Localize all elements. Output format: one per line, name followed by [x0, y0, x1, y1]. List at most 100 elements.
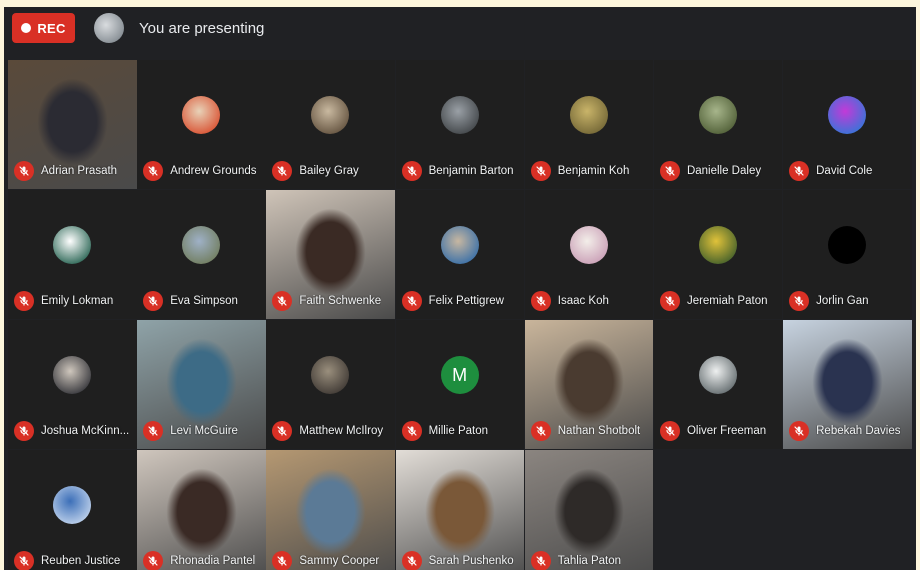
name-bar: Rebekah Davies: [789, 421, 908, 441]
participant-avatar: [828, 96, 867, 134]
mic-muted-icon: [143, 421, 164, 441]
mic-muted-icon: [401, 161, 422, 181]
participant-tile[interactable]: Levi McGuire: [137, 320, 266, 449]
name-bar: Rhonadia Pantel: [143, 551, 262, 570]
mic-muted-icon: [143, 161, 164, 181]
participant-tile[interactable]: M Millie Paton: [395, 320, 525, 449]
participant-tile[interactable]: David Cole: [783, 60, 912, 189]
participant-tile[interactable]: Sarah Pushenko: [395, 450, 525, 570]
participant-avatar: [53, 356, 91, 394]
participant-avatar: [53, 226, 91, 264]
participant-tile[interactable]: Danielle Daley: [653, 60, 783, 189]
participant-name: Levi McGuire: [170, 425, 238, 437]
participant-tile[interactable]: Reuben Justice: [8, 450, 137, 570]
mic-muted-icon: [143, 291, 164, 311]
participant-tile[interactable]: Faith Schwenke: [266, 190, 395, 319]
participant-name: Rebekah Davies: [816, 425, 901, 437]
participant-tile[interactable]: Eva Simpson: [137, 190, 266, 319]
name-bar: Andrew Grounds: [143, 161, 262, 181]
participant-name: Reuben Justice: [41, 555, 121, 567]
participant-tile[interactable]: Benjamin Koh: [524, 60, 654, 189]
name-bar: Levi McGuire: [143, 421, 262, 441]
mic-muted-icon: [143, 551, 164, 570]
participant-tile[interactable]: Andrew Grounds: [137, 60, 266, 189]
participant-grid: Adrian Prasath Andrew Grounds Bailey Gray B…: [8, 60, 912, 570]
name-bar: Isaac Koh: [530, 291, 650, 311]
mic-muted-icon: [401, 551, 422, 570]
participant-tile[interactable]: Rebekah Davies: [783, 320, 912, 449]
mic-muted-icon: [272, 551, 293, 570]
name-bar: Benjamin Barton: [401, 161, 521, 181]
mic-muted-icon: [14, 161, 34, 181]
participant-name: Millie Paton: [428, 425, 489, 437]
top-bar: REC You are presenting: [4, 7, 916, 51]
participant-tile[interactable]: Bailey Gray: [266, 60, 395, 189]
rec-label: REC: [37, 20, 66, 36]
participant-tile[interactable]: Oliver Freeman: [653, 320, 783, 449]
name-bar: Oliver Freeman: [659, 421, 779, 441]
mic-muted-icon: [14, 291, 34, 311]
participant-name: David Cole: [816, 165, 873, 177]
participant-name: Joshua McKinn...: [41, 425, 130, 437]
participant-tile[interactable]: Nathan Shotbolt: [524, 320, 654, 449]
participant-tile[interactable]: Sammy Cooper: [266, 450, 395, 570]
mic-muted-icon: [659, 421, 680, 441]
name-bar: Emily Lokman: [14, 291, 133, 311]
mic-muted-icon: [789, 421, 810, 441]
participant-avatar: [698, 96, 737, 134]
name-bar: Matthew McIlroy: [272, 421, 391, 441]
name-bar: Millie Paton: [401, 421, 521, 441]
participant-avatar: [698, 226, 737, 264]
participant-name: Sarah Pushenko: [428, 555, 514, 567]
participant-name: Oliver Freeman: [686, 425, 767, 437]
name-bar: Joshua McKinn...: [14, 421, 133, 441]
participant-name: Faith Schwenke: [299, 295, 382, 307]
participant-avatar: M: [440, 356, 479, 394]
mic-muted-icon: [401, 421, 422, 441]
name-bar: Benjamin Koh: [530, 161, 650, 181]
participant-name: Andrew Grounds: [170, 165, 257, 177]
participant-name: Tahlia Paton: [557, 555, 622, 567]
recording-button[interactable]: REC: [12, 13, 75, 43]
participant-avatar: [569, 226, 608, 264]
participant-tile[interactable]: Jorlin Gan: [783, 190, 912, 319]
presenter-avatar: [94, 13, 124, 43]
participant-name: Sammy Cooper: [299, 555, 380, 567]
participant-name: Benjamin Barton: [428, 165, 514, 177]
mic-muted-icon: [272, 291, 293, 311]
participant-avatar: [53, 486, 91, 524]
meeting-window: REC You are presenting Adrian Prasath And…: [4, 7, 916, 570]
name-bar: Eva Simpson: [143, 291, 262, 311]
mic-muted-icon: [789, 291, 810, 311]
mic-muted-icon: [530, 551, 551, 570]
participant-tile[interactable]: Isaac Koh: [524, 190, 654, 319]
name-bar: Danielle Daley: [659, 161, 779, 181]
participant-tile[interactable]: Rhonadia Pantel: [137, 450, 266, 570]
name-bar: David Cole: [789, 161, 908, 181]
name-bar: Reuben Justice: [14, 551, 133, 570]
mic-muted-icon: [789, 161, 810, 181]
mic-muted-icon: [530, 161, 551, 181]
name-bar: Tahlia Paton: [530, 551, 650, 570]
mic-muted-icon: [530, 421, 551, 441]
mic-muted-icon: [530, 291, 551, 311]
name-bar: Sammy Cooper: [272, 551, 391, 570]
participant-avatar: [569, 96, 608, 134]
participant-tile[interactable]: Benjamin Barton: [395, 60, 525, 189]
participant-avatar: [828, 226, 867, 264]
participant-tile[interactable]: Joshua McKinn...: [8, 320, 137, 449]
name-bar: Bailey Gray: [272, 161, 391, 181]
participant-tile[interactable]: Matthew McIlroy: [266, 320, 395, 449]
name-bar: Sarah Pushenko: [401, 551, 521, 570]
participant-tile[interactable]: Felix Pettigrew: [395, 190, 525, 319]
participant-name: Eva Simpson: [170, 295, 238, 307]
participant-tile[interactable]: Adrian Prasath: [8, 60, 137, 189]
name-bar: Jorlin Gan: [789, 291, 908, 311]
participant-tile[interactable]: Emily Lokman: [8, 190, 137, 319]
participant-tile[interactable]: Tahlia Paton: [524, 450, 654, 570]
participant-avatar: [311, 356, 350, 394]
participant-tile[interactable]: Jeremiah Paton: [653, 190, 783, 319]
participant-name: Jorlin Gan: [816, 295, 869, 307]
participant-avatar: [698, 356, 737, 394]
mic-muted-icon: [14, 421, 34, 441]
